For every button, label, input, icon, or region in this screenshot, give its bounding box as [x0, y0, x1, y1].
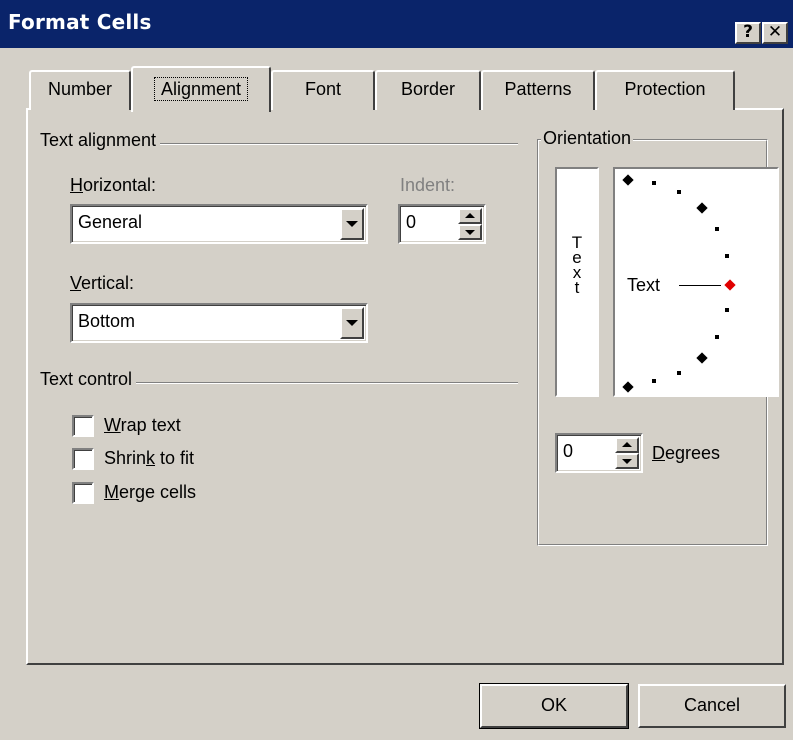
dial-dot	[677, 371, 681, 375]
dial-marker	[622, 381, 634, 393]
orientation-group-label: Orientation	[541, 128, 634, 149]
dial-dot	[677, 190, 681, 194]
chevron-down-icon	[346, 320, 358, 326]
spin-up-icon	[622, 442, 632, 447]
dial-dot	[715, 227, 719, 231]
dial-dot	[725, 254, 729, 258]
spin-down-icon	[622, 459, 632, 464]
spin-up-icon	[465, 213, 475, 218]
dial-dot	[652, 181, 656, 185]
degrees-spinner[interactable]: 0	[555, 433, 643, 473]
dial-marker	[696, 202, 708, 214]
vertical-text-char: t	[574, 278, 580, 297]
dial-text-label: Text	[627, 275, 661, 295]
indent-label: Indent:	[400, 175, 456, 195]
merge-cells-checkbox[interactable]	[72, 482, 94, 504]
dial-marker	[622, 174, 634, 186]
dial-dot	[725, 308, 729, 312]
tab-patterns[interactable]: Patterns	[481, 70, 595, 110]
spin-down-icon	[465, 230, 475, 235]
close-icon: ✕	[767, 22, 783, 42]
orientation-dial[interactable]: Text	[613, 167, 779, 397]
vertical-text-box[interactable]: T e x t	[555, 167, 599, 397]
vertical-select-value: Bottom	[78, 311, 136, 331]
degrees-spin-down-button[interactable]	[615, 453, 639, 469]
ok-button[interactable]: OK	[479, 683, 629, 729]
tab-number[interactable]: Number	[29, 70, 131, 110]
dial-dot	[715, 335, 719, 339]
dial-dot	[652, 379, 656, 383]
horizontal-label: Horizontal:	[70, 175, 157, 195]
indent-spin-down-button[interactable]	[458, 224, 482, 240]
dial-selected-marker	[724, 279, 736, 291]
horizontal-select[interactable]: General	[70, 204, 368, 244]
dial-marker	[696, 352, 708, 364]
vertical-select[interactable]: Bottom	[70, 303, 368, 343]
tab-border[interactable]: Border	[375, 70, 481, 110]
horizontal-dropdown-button[interactable]	[340, 208, 364, 240]
tab-protection[interactable]: Protection	[595, 70, 735, 110]
degrees-spin-up-button[interactable]	[615, 437, 639, 453]
window-title: Format Cells	[8, 10, 152, 34]
chevron-down-icon	[346, 221, 358, 227]
vertical-label: Vertical:	[70, 273, 135, 293]
shrink-to-fit-label[interactable]: Shrink to fit	[104, 448, 194, 469]
help-button[interactable]: ?	[735, 22, 761, 44]
merge-cells-label[interactable]: Merge cells	[104, 482, 196, 503]
tab-alignment[interactable]: Alignment	[131, 66, 271, 112]
close-button[interactable]: ✕	[762, 22, 788, 44]
degrees-label: Degrees	[652, 443, 721, 463]
indent-spin-up-button[interactable]	[458, 208, 482, 224]
indent-spinner[interactable]: 0	[398, 204, 486, 244]
indent-value: 0	[406, 212, 417, 232]
text-control-group-label: Text control	[36, 369, 137, 390]
wrap-text-checkbox[interactable]	[72, 415, 94, 437]
wrap-text-label[interactable]: Wrap text	[104, 415, 181, 436]
text-alignment-group-label: Text alignment	[36, 130, 161, 151]
dial-orientation-line	[679, 285, 721, 286]
cancel-button[interactable]: Cancel	[638, 684, 786, 728]
shrink-to-fit-checkbox[interactable]	[72, 448, 94, 470]
vertical-dropdown-button[interactable]	[340, 307, 364, 339]
tab-font[interactable]: Font	[271, 70, 375, 110]
degrees-value: 0	[563, 441, 574, 461]
horizontal-select-value: General	[78, 212, 143, 232]
